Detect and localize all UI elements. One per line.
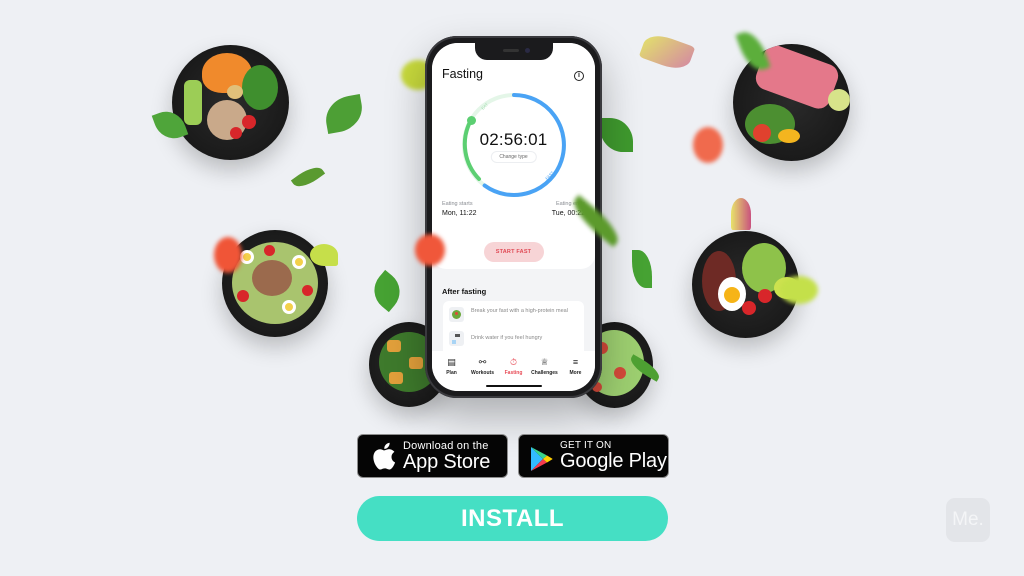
- tip-item[interactable]: Drink water if you feel hungry: [449, 331, 571, 346]
- tip-item[interactable]: Break your fast with a high-protein meal: [449, 307, 571, 322]
- rocket-leaf: [290, 162, 326, 192]
- salad-icon: [449, 307, 464, 322]
- eating-starts-value[interactable]: Mon, 11:22: [442, 210, 477, 217]
- fasting-timer-card: Fasting i EAT FAST 02:56:01 Change type …: [432, 43, 595, 269]
- google-play-badge[interactable]: GET IT ON Google Play: [518, 434, 669, 478]
- install-button[interactable]: INSTALL: [357, 496, 668, 541]
- apple-icon: [373, 442, 396, 470]
- lime-wedge: [780, 276, 818, 304]
- google-play-big-text: Google Play: [560, 450, 667, 472]
- lime-wedge: [310, 244, 338, 266]
- spinach-leaf: [365, 269, 409, 313]
- water-tap-icon: [449, 331, 464, 346]
- tomato-slice: [693, 127, 723, 163]
- app-store-badge[interactable]: Download on the App Store: [357, 434, 508, 478]
- google-play-icon: [531, 447, 553, 471]
- bowl-pumpkin-quinoa: [172, 45, 289, 160]
- page-title: Fasting: [442, 67, 483, 81]
- fasting-timer: 02:56:01: [479, 130, 548, 149]
- tip-text: Break your fast with a high-protein meal: [471, 308, 568, 314]
- spinach-leaf: [600, 118, 633, 152]
- phone-notch: [474, 43, 553, 60]
- phone-screen: Fasting i EAT FAST 02:56:01 Change type …: [432, 43, 595, 391]
- brand-logo: Me.: [946, 498, 990, 542]
- phone-mockup: Fasting i EAT FAST 02:56:01 Change type …: [425, 36, 602, 398]
- chard-leaf: [731, 198, 751, 230]
- tip-text: Drink water if you feel hungry: [471, 335, 543, 341]
- spinach-leaf: [632, 250, 652, 288]
- tab-more[interactable]: ≡ More: [561, 351, 591, 391]
- change-type-button[interactable]: Change type: [490, 151, 537, 163]
- home-indicator: [485, 384, 542, 387]
- eating-starts-label: Eating starts: [442, 201, 473, 207]
- trophy-icon: ♕: [540, 357, 549, 367]
- info-icon[interactable]: i: [574, 71, 584, 81]
- dumbbell-icon: ⚯: [478, 357, 487, 367]
- tomato-slice: [214, 237, 242, 273]
- start-fast-button[interactable]: START FAST: [483, 242, 544, 262]
- bottom-tab-bar: ▤ Plan ⚯ Workouts ⏱ Fasting ♕ Challenges…: [432, 351, 595, 391]
- app-store-small-text: Download on the: [403, 439, 489, 452]
- menu-icon: ≡: [572, 357, 579, 367]
- stopwatch-icon: ⏱: [509, 357, 518, 367]
- progress-marker: [467, 116, 476, 125]
- chard-leaf: [638, 30, 696, 74]
- tab-plan[interactable]: ▤ Plan: [437, 351, 467, 391]
- plan-icon: ▤: [447, 357, 456, 367]
- spinach-leaf: [322, 93, 366, 135]
- tomato-slice: [415, 234, 445, 266]
- app-store-big-text: App Store: [403, 450, 491, 473]
- after-fasting-title: After fasting: [442, 287, 487, 296]
